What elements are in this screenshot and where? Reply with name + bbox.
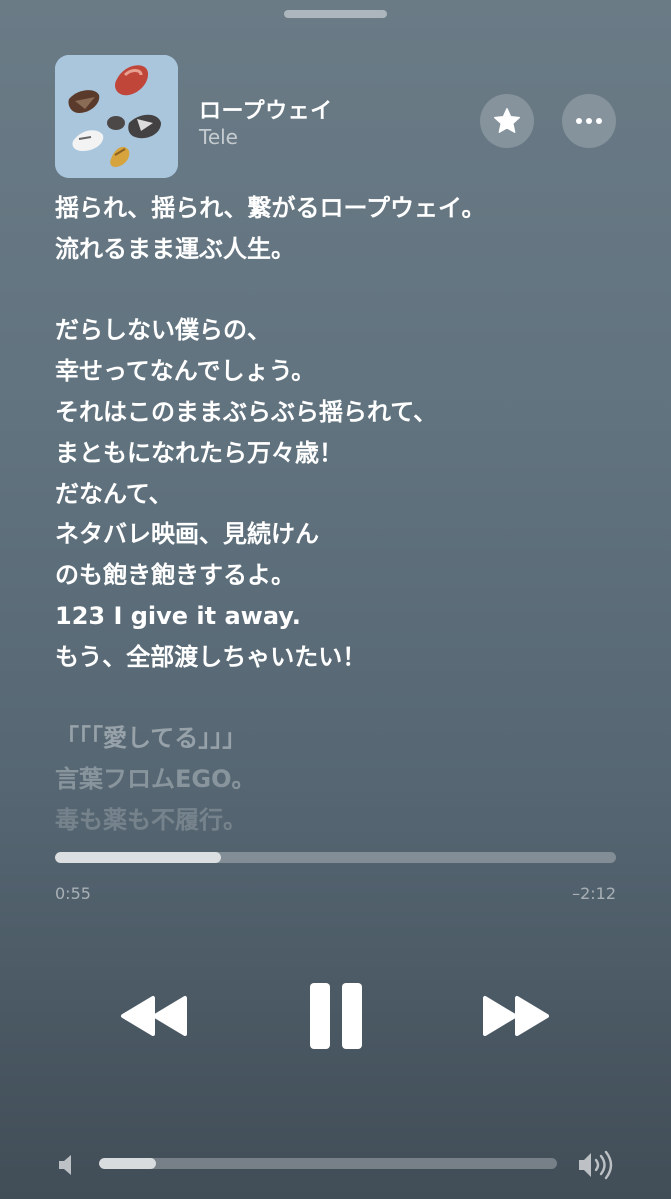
fast-forward-button[interactable] <box>476 988 558 1044</box>
lyrics-panel[interactable]: 揺られ、揺られ、繋がるロープウェイ。 流れるまま運ぶ人生。 だらしない僕らの、 … <box>55 188 655 840</box>
sheet-grabber[interactable] <box>284 10 387 18</box>
pause-icon <box>310 983 362 1049</box>
rewind-icon <box>121 996 187 1036</box>
volume-level-fill <box>99 1158 157 1169</box>
lyric-line[interactable]: 揺られ、揺られ、繋がるロープウェイ。 <box>55 188 655 229</box>
favorite-button[interactable] <box>480 94 534 148</box>
lyric-line-upcoming[interactable]: 言葉フロムEGO。 <box>55 759 655 800</box>
track-artist[interactable]: Tele <box>199 125 238 149</box>
more-options-button[interactable] <box>562 94 616 148</box>
lyric-line[interactable]: だなんて、 <box>55 474 655 515</box>
lyric-line[interactable]: ネタバレ映画、見続けん <box>55 514 655 555</box>
lyric-line[interactable]: まともになれたら万々歳！ <box>55 433 655 474</box>
lyric-line[interactable]: 123 I give it away. <box>55 596 655 637</box>
fast-forward-icon <box>483 996 549 1036</box>
remaining-time: –2:12 <box>572 884 616 903</box>
album-artwork <box>55 55 178 178</box>
lyric-line[interactable]: それはこのままぶらぶら揺られて、 <box>55 392 655 433</box>
speaker-low-icon <box>57 1153 79 1177</box>
volume-slider[interactable] <box>99 1158 557 1169</box>
playback-progress-fill <box>55 852 222 863</box>
rewind-button[interactable] <box>112 988 194 1044</box>
lyric-gap <box>55 270 655 311</box>
lyric-line-upcoming[interactable]: 「「「愛してる」」」 <box>55 718 655 759</box>
lyric-gap <box>55 678 655 719</box>
lyric-line[interactable]: 幸せってなんでしょう。 <box>55 351 655 392</box>
lyric-line[interactable]: 流れるまま運ぶ人生。 <box>55 229 655 270</box>
lyric-line[interactable]: もう、全部渡しちゃいたい！ <box>55 637 655 678</box>
speaker-high-icon <box>577 1150 615 1180</box>
pause-button[interactable] <box>300 978 372 1054</box>
track-title: ロープウェイ <box>199 99 333 124</box>
lyric-line[interactable]: のも飽き飽きするよ。 <box>55 555 655 596</box>
star-icon <box>494 108 520 133</box>
elapsed-time: 0:55 <box>55 884 91 903</box>
ellipsis-icon <box>576 118 602 124</box>
lyric-line-upcoming[interactable]: 毒も薬も不履行。 <box>55 800 655 840</box>
playback-scrubber[interactable] <box>55 852 616 863</box>
lyric-line[interactable]: だらしない僕らの、 <box>55 310 655 351</box>
